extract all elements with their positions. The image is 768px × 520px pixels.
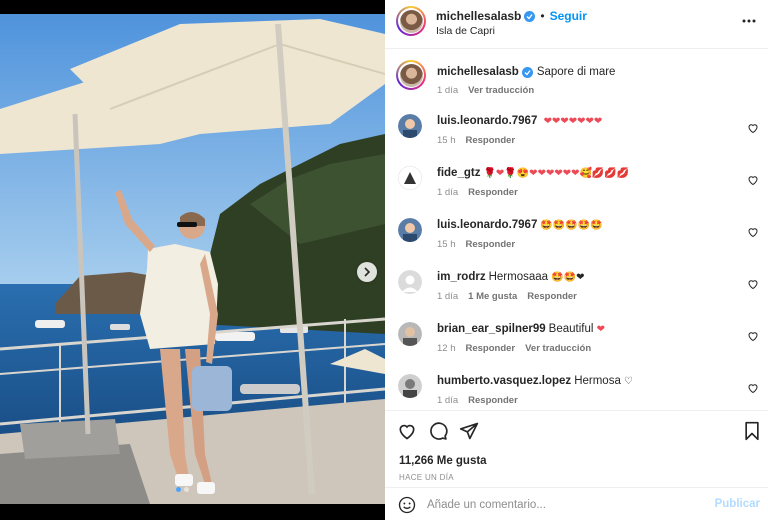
comment-time[interactable]: 1 día bbox=[437, 187, 458, 198]
carousel-dot bbox=[176, 487, 181, 492]
comments-list[interactable]: michellesalasb Sapore di mare 1 día Ver t… bbox=[385, 50, 768, 410]
avatar[interactable] bbox=[398, 322, 422, 346]
comment-row: luis.leonardo.7967 🤩🤩🤩🤩🤩 15 h Responder bbox=[385, 214, 768, 264]
comment-meta: 1 día Responder bbox=[437, 395, 518, 406]
comment-row: humberto.vasquez.lopez Hermosa ♡ 1 día Res… bbox=[385, 370, 768, 410]
comment-time[interactable]: 12 h bbox=[437, 343, 456, 354]
avatar[interactable] bbox=[396, 6, 426, 36]
comment-icon[interactable] bbox=[428, 421, 448, 441]
share-icon[interactable] bbox=[459, 421, 479, 441]
caption-body: Sapore di mare bbox=[536, 66, 616, 78]
publish-button[interactable]: Publicar bbox=[715, 498, 760, 510]
avatar[interactable] bbox=[398, 374, 422, 398]
comment-meta: 1 día 1 Me gusta Responder bbox=[437, 291, 577, 302]
comment-row: fide_gtz 🌹❤🌹😍❤❤❤❤❤❤🥰💋💋💋 1 día Responder bbox=[385, 162, 768, 212]
chevron-right-icon bbox=[364, 267, 371, 277]
comment-body: Hermosaaa bbox=[488, 271, 549, 283]
comment-likes[interactable]: 1 Me gusta bbox=[468, 291, 517, 302]
comment-username[interactable]: fide_gtz bbox=[437, 167, 480, 179]
follow-button[interactable]: Seguir bbox=[550, 9, 587, 23]
heart-icon[interactable] bbox=[747, 382, 759, 394]
reply-button[interactable]: Responder bbox=[527, 291, 577, 302]
add-comment-bar: Publicar bbox=[385, 487, 768, 520]
comment-time[interactable]: 15 h bbox=[437, 135, 456, 146]
comment-text: luis.leonardo.7967 ❤❤❤❤❤❤❤ bbox=[437, 114, 602, 129]
comment-text: humberto.vasquez.lopez Hermosa ♡ bbox=[437, 374, 633, 389]
translate-link[interactable]: Ver traducción bbox=[468, 85, 534, 96]
photo-scene bbox=[0, 14, 385, 504]
post-header: michellesalasb • Seguir Isla de Capri bbox=[385, 0, 768, 49]
heart-icon[interactable] bbox=[397, 421, 417, 441]
comment-body: Beautiful bbox=[548, 323, 594, 335]
comment-emoji: 🤩🤩🤩🤩🤩 bbox=[540, 220, 603, 231]
verified-icon bbox=[521, 67, 533, 78]
comment-username[interactable]: brian_ear_spilner99 bbox=[437, 323, 546, 335]
heart-icon[interactable] bbox=[747, 174, 759, 186]
post-sidebar: michellesalasb • Seguir Isla de Capri mi… bbox=[385, 0, 768, 520]
comment-meta: 12 h Responder Ver traducción bbox=[437, 343, 591, 354]
avatar[interactable] bbox=[396, 60, 426, 90]
reply-button[interactable]: Responder bbox=[468, 395, 518, 406]
comment-emoji: ♡ bbox=[624, 376, 634, 387]
reply-button[interactable]: Responder bbox=[466, 135, 516, 146]
comment-text: brian_ear_spilner99 Beautiful ❤ bbox=[437, 322, 605, 337]
carousel-next-button[interactable] bbox=[357, 262, 377, 282]
heart-icon[interactable] bbox=[747, 330, 759, 342]
comment-time[interactable]: 1 día bbox=[437, 291, 458, 302]
comment-row: im_rodrz Hermosaaa 🤩🤩❤ 1 día 1 Me gusta Res… bbox=[385, 266, 768, 316]
comment-time[interactable]: 1 día bbox=[437, 395, 458, 406]
comment-username[interactable]: luis.leonardo.7967 bbox=[437, 115, 537, 127]
translate-link[interactable]: Ver traducción bbox=[525, 343, 591, 354]
heart-icon[interactable] bbox=[747, 122, 759, 134]
comment-text: fide_gtz 🌹❤🌹😍❤❤❤❤❤❤🥰💋💋💋 bbox=[437, 166, 629, 181]
caption-username[interactable]: michellesalasb bbox=[437, 66, 519, 78]
header-username-row: michellesalasb • Seguir bbox=[436, 9, 587, 23]
header-username[interactable]: michellesalasb bbox=[436, 9, 521, 23]
heart-icon[interactable] bbox=[747, 278, 759, 290]
comment-body: Hermosa bbox=[574, 375, 621, 387]
post-actions: 11,266 Me gusta HACE UN DÍA Publicar bbox=[385, 410, 768, 520]
verified-icon bbox=[524, 10, 536, 22]
comment-emoji: ❤❤❤❤❤❤❤ bbox=[543, 116, 603, 127]
more-icon bbox=[742, 19, 756, 23]
separator-dot: • bbox=[540, 9, 545, 23]
comment-text: luis.leonardo.7967 🤩🤩🤩🤩🤩 bbox=[437, 218, 603, 233]
like-count[interactable]: 11,266 Me gusta bbox=[399, 455, 487, 467]
reply-button[interactable]: Responder bbox=[466, 343, 516, 354]
reply-button[interactable]: Responder bbox=[466, 239, 516, 250]
avatar[interactable] bbox=[398, 270, 422, 294]
caption: michellesalasb Sapore di mare 1 día Ver t… bbox=[385, 58, 768, 102]
comment-username[interactable]: humberto.vasquez.lopez bbox=[437, 375, 571, 387]
post-photo[interactable] bbox=[0, 14, 385, 504]
caption-time[interactable]: 1 día bbox=[437, 85, 458, 96]
reply-button[interactable]: Responder bbox=[468, 187, 518, 198]
comment-meta: 1 día Responder bbox=[437, 187, 518, 198]
smile-icon[interactable] bbox=[398, 496, 416, 514]
comment-meta: 15 h Responder bbox=[437, 135, 515, 146]
comment-meta: 15 h Responder bbox=[437, 239, 515, 250]
avatar[interactable] bbox=[398, 218, 422, 242]
avatar[interactable] bbox=[398, 114, 422, 138]
comment-text: im_rodrz Hermosaaa 🤩🤩❤ bbox=[437, 270, 585, 285]
bookmark-icon[interactable] bbox=[742, 421, 762, 441]
location-link[interactable]: Isla de Capri bbox=[436, 25, 495, 37]
carousel-dot bbox=[184, 487, 189, 492]
carousel-dots bbox=[176, 487, 189, 492]
comment-input[interactable] bbox=[427, 496, 697, 514]
comment-row: brian_ear_spilner99 Beautiful ❤ 12 h Respo… bbox=[385, 318, 768, 368]
caption-text: michellesalasb Sapore di mare bbox=[437, 65, 615, 79]
comment-emoji: 🤩🤩❤ bbox=[551, 272, 585, 283]
comment-username[interactable]: luis.leonardo.7967 bbox=[437, 219, 537, 231]
comment-row: luis.leonardo.7967 ❤❤❤❤❤❤❤ 15 h Responder bbox=[385, 110, 768, 160]
avatar[interactable] bbox=[398, 166, 422, 190]
more-options-button[interactable] bbox=[740, 12, 758, 30]
post-timestamp: HACE UN DÍA bbox=[399, 473, 454, 482]
comment-emoji: 🌹❤🌹😍❤❤❤❤❤❤🥰💋💋💋 bbox=[483, 168, 630, 179]
comment-username[interactable]: im_rodrz bbox=[437, 271, 486, 283]
comment-time[interactable]: 15 h bbox=[437, 239, 456, 250]
comment-emoji: ❤ bbox=[596, 324, 606, 335]
heart-icon[interactable] bbox=[747, 226, 759, 238]
caption-meta: 1 día Ver traducción bbox=[437, 85, 534, 96]
